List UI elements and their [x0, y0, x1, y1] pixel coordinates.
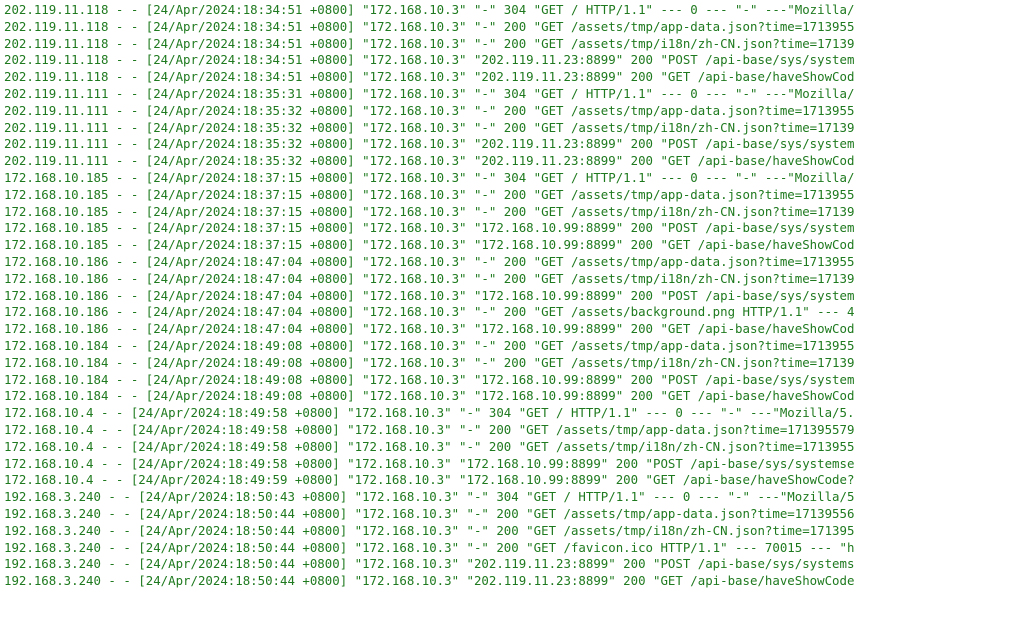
- log-line: 192.168.3.240 - - [24/Apr/2024:18:50:44 …: [4, 523, 1024, 540]
- log-line: 172.168.10.185 - - [24/Apr/2024:18:37:15…: [4, 237, 1024, 254]
- log-line: 172.168.10.186 - - [24/Apr/2024:18:47:04…: [4, 288, 1024, 305]
- log-line: 202.119.11.111 - - [24/Apr/2024:18:35:32…: [4, 120, 1024, 137]
- log-line: 172.168.10.185 - - [24/Apr/2024:18:37:15…: [4, 187, 1024, 204]
- log-line: 202.119.11.118 - - [24/Apr/2024:18:34:51…: [4, 2, 1024, 19]
- log-line: 172.168.10.186 - - [24/Apr/2024:18:47:04…: [4, 271, 1024, 288]
- log-line: 192.168.3.240 - - [24/Apr/2024:18:50:44 …: [4, 506, 1024, 523]
- log-line: 172.168.10.4 - - [24/Apr/2024:18:49:58 +…: [4, 422, 1024, 439]
- log-line: 192.168.3.240 - - [24/Apr/2024:18:50:43 …: [4, 489, 1024, 506]
- log-line: 172.168.10.186 - - [24/Apr/2024:18:47:04…: [4, 304, 1024, 321]
- log-line: 172.168.10.185 - - [24/Apr/2024:18:37:15…: [4, 220, 1024, 237]
- log-line: 202.119.11.118 - - [24/Apr/2024:18:34:51…: [4, 19, 1024, 36]
- log-line: 172.168.10.185 - - [24/Apr/2024:18:37:15…: [4, 170, 1024, 187]
- log-line: 172.168.10.185 - - [24/Apr/2024:18:37:15…: [4, 204, 1024, 221]
- log-line: 172.168.10.4 - - [24/Apr/2024:18:49:58 +…: [4, 439, 1024, 456]
- log-line: 172.168.10.186 - - [24/Apr/2024:18:47:04…: [4, 321, 1024, 338]
- log-line: 192.168.3.240 - - [24/Apr/2024:18:50:44 …: [4, 573, 1024, 590]
- log-line: 172.168.10.4 - - [24/Apr/2024:18:49:58 +…: [4, 405, 1024, 422]
- log-line: 202.119.11.118 - - [24/Apr/2024:18:34:51…: [4, 69, 1024, 86]
- log-line: 202.119.11.111 - - [24/Apr/2024:18:35:32…: [4, 136, 1024, 153]
- log-line: 172.168.10.184 - - [24/Apr/2024:18:49:08…: [4, 372, 1024, 389]
- log-line: 172.168.10.4 - - [24/Apr/2024:18:49:58 +…: [4, 456, 1024, 473]
- access-log-output: 202.119.11.118 - - [24/Apr/2024:18:34:51…: [0, 0, 1024, 592]
- log-line: 192.168.3.240 - - [24/Apr/2024:18:50:44 …: [4, 540, 1024, 557]
- log-line: 202.119.11.118 - - [24/Apr/2024:18:34:51…: [4, 52, 1024, 69]
- log-line: 192.168.3.240 - - [24/Apr/2024:18:50:44 …: [4, 556, 1024, 573]
- log-line: 172.168.10.184 - - [24/Apr/2024:18:49:08…: [4, 338, 1024, 355]
- log-line: 202.119.11.111 - - [24/Apr/2024:18:35:32…: [4, 103, 1024, 120]
- log-line: 202.119.11.111 - - [24/Apr/2024:18:35:32…: [4, 153, 1024, 170]
- log-line: 172.168.10.184 - - [24/Apr/2024:18:49:08…: [4, 355, 1024, 372]
- log-line: 202.119.11.111 - - [24/Apr/2024:18:35:31…: [4, 86, 1024, 103]
- log-line: 202.119.11.118 - - [24/Apr/2024:18:34:51…: [4, 36, 1024, 53]
- log-line: 172.168.10.184 - - [24/Apr/2024:18:49:08…: [4, 388, 1024, 405]
- log-line: 172.168.10.4 - - [24/Apr/2024:18:49:59 +…: [4, 472, 1024, 489]
- log-line: 172.168.10.186 - - [24/Apr/2024:18:47:04…: [4, 254, 1024, 271]
